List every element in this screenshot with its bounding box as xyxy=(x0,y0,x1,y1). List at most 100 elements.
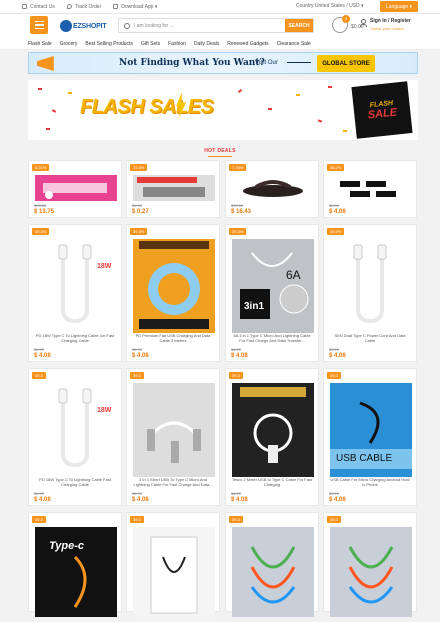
product-name[interactable]: 6A 3 in 1 Type C Micro And Lightning Cab… xyxy=(231,333,313,343)
price: $ 4.08 xyxy=(34,497,51,503)
product-card[interactable]: 39.3% 18W PD 18W Type C To Lightning Cable… xyxy=(28,224,122,362)
product-image xyxy=(330,527,412,617)
product-image[interactable]: USB CABLE xyxy=(330,383,412,477)
product-image[interactable]: Type-c xyxy=(35,527,117,617)
discount-badge: 72.6% xyxy=(130,164,148,171)
discount-badge: 39.3% xyxy=(130,228,148,235)
logo[interactable]: EZSHOPIT xyxy=(60,18,107,34)
old-price: $6.72 xyxy=(231,347,242,352)
product-card[interactable]: 39.3% 3in1 6A 6A 3 in 1 Type C Micro And Li… xyxy=(225,224,319,362)
product-image[interactable] xyxy=(133,527,215,617)
product-image xyxy=(232,383,314,477)
search-button[interactable]: SEARCH xyxy=(285,19,313,32)
product-card[interactable]: 39.3 Type-c xyxy=(28,512,122,617)
svg-text:18W: 18W xyxy=(97,263,112,270)
discount-badge: 39.3 xyxy=(130,516,144,523)
top-bar: Contact Us Track Order Download App ▾ Co… xyxy=(0,0,440,14)
discount-badge: 39.3 xyxy=(229,372,243,379)
product-name[interactable]: USB Cable For Micro Charging Android Hob… xyxy=(329,477,411,487)
product-name[interactable]: 3 In 1 Short USB To Type C Micro And Lig… xyxy=(132,477,214,487)
flash-sales-text: FLASH SALES xyxy=(80,96,214,118)
product-image xyxy=(133,527,215,617)
product-image[interactable] xyxy=(330,527,412,617)
product-card[interactable]: 39.3 18W PD 18W Type C To Lightning Cable … xyxy=(28,368,122,506)
product-card[interactable]: 39.3 xyxy=(225,512,319,617)
product-image: USB CABLE xyxy=(330,383,412,477)
product-image xyxy=(133,383,215,477)
flash-sales-banner[interactable]: FLASH SALES FLASH SALE xyxy=(28,80,418,140)
product-card[interactable]: 39.3% PD Premium Flat USB Charging And Da… xyxy=(126,224,220,362)
nav-flash-sale[interactable]: Flash Sale xyxy=(28,41,52,47)
product-image: 18W xyxy=(35,383,117,477)
product-card[interactable]: 39.3 xyxy=(323,512,417,617)
download-app-link[interactable]: Download App ▾ xyxy=(113,4,157,10)
language-button[interactable]: Language ▾ xyxy=(380,1,418,12)
product-image[interactable]: 18W xyxy=(35,383,117,477)
global-store-button[interactable]: GLOBAL STORE xyxy=(317,55,375,72)
cart-count: 0 xyxy=(342,15,350,23)
product-image[interactable]: 3in1 6A xyxy=(232,239,314,333)
price: $ 4.08 xyxy=(329,209,346,215)
search-input[interactable]: I am looking for ... xyxy=(134,23,285,29)
country-selector[interactable]: Country United States / USD ▾ xyxy=(296,3,364,9)
product-card[interactable]: 72.6% $1.00 $ 0.27 xyxy=(126,160,220,218)
old-price: $6.72 xyxy=(329,347,340,352)
old-price: $6.40 xyxy=(329,203,340,208)
product-card[interactable]: 39.3% SEN Dual Type C Power Cord And Data… xyxy=(323,224,417,362)
price: $ 4.08 xyxy=(34,353,51,359)
arrow-icon xyxy=(287,62,311,63)
product-name[interactable]: PD 18W Type C To Lightning Cable Fast Ch… xyxy=(34,477,116,487)
header: EZSHOPIT I am looking for ... SEARCH 0 $… xyxy=(0,14,440,38)
product-image[interactable] xyxy=(330,239,412,333)
discount-badge: 7.75% xyxy=(229,164,247,171)
product-image[interactable]: 18W xyxy=(35,239,117,333)
global-store-banner[interactable]: Not Finding What You Want? Visit Our GLO… xyxy=(28,52,418,74)
nav-fashion[interactable]: Fashion xyxy=(168,41,186,47)
product-image xyxy=(330,239,412,333)
nav-gift-sets[interactable]: Gift Sets xyxy=(141,41,160,47)
price: $ 0.27 xyxy=(132,209,149,215)
nav-clearance-sale[interactable]: Clearance Sale xyxy=(277,41,311,47)
user-icon[interactable] xyxy=(360,19,367,28)
menu-button[interactable] xyxy=(30,16,48,34)
cart-icon[interactable]: 0 $0.00 xyxy=(332,15,364,33)
product-card[interactable]: 39.3 3 In 1 Short USB To Type C Micro And… xyxy=(126,368,220,506)
price: $ 4.08 xyxy=(132,353,149,359)
product-card[interactable]: 39.3 USB CABLE USB Cable For Micro Chargin… xyxy=(323,368,417,506)
hot-deals-title: HOT DEALS xyxy=(0,148,440,157)
megaphone-icon xyxy=(37,56,54,71)
location-icon xyxy=(66,4,72,9)
product-name[interactable]: SEN Dual Type C Power Cord And Data Cabl… xyxy=(329,333,411,343)
old-price: $6.72 xyxy=(132,347,143,352)
nav-grocery[interactable]: Grocery xyxy=(60,41,78,47)
old-price: $6.72 xyxy=(329,491,340,496)
product-name[interactable]: PD Premium Flat USB Charging And Data Ca… xyxy=(132,333,214,343)
price: $ 16.43 xyxy=(231,209,252,215)
discount-badge: 39.3 xyxy=(327,372,341,379)
product-image[interactable] xyxy=(232,383,314,477)
product-card[interactable]: 0.21% $13.80 $ 13.75 xyxy=(28,160,122,218)
nav-best-selling[interactable]: Best Selling Products xyxy=(85,41,133,47)
price: $ 4.08 xyxy=(132,497,149,503)
signin-link[interactable]: Sign In / Register Check your Orders xyxy=(370,18,411,32)
product-card[interactable]: 36.2% $6.40 $ 4.08 xyxy=(323,160,417,218)
product-card[interactable]: 7.75% $17.82 $ 16.43 xyxy=(225,160,319,218)
contact-link[interactable]: Contact Us xyxy=(22,4,55,10)
discount-badge: 39.3 xyxy=(327,516,341,523)
product-image[interactable] xyxy=(133,239,215,333)
product-card[interactable]: 39.3 Tesco 2 Meter USB to Type C Cable Fo… xyxy=(225,368,319,506)
old-price: $6.72 xyxy=(231,491,242,496)
nav-renewed-gadgets[interactable]: Renewed Gadgets xyxy=(227,41,268,47)
product-name[interactable]: PD 18W Type C To Lightning Cable 1m Fast… xyxy=(34,333,116,343)
product-name[interactable]: Tesco 2 Meter USB to Type C Cable For Fa… xyxy=(231,477,313,487)
old-price: $13.80 xyxy=(34,203,47,208)
product-card[interactable]: 39.3 xyxy=(126,512,220,617)
discount-badge: 39.3% xyxy=(32,228,50,235)
product-image: 18W xyxy=(35,239,117,333)
track-order-link[interactable]: Track Order xyxy=(66,4,101,10)
product-image: 3in1 6A xyxy=(232,239,314,333)
discount-badge: 39.3% xyxy=(327,228,345,235)
nav-daily-deals[interactable]: Daily Deals xyxy=(194,41,219,47)
product-image[interactable] xyxy=(133,383,215,477)
product-image[interactable] xyxy=(232,527,314,617)
